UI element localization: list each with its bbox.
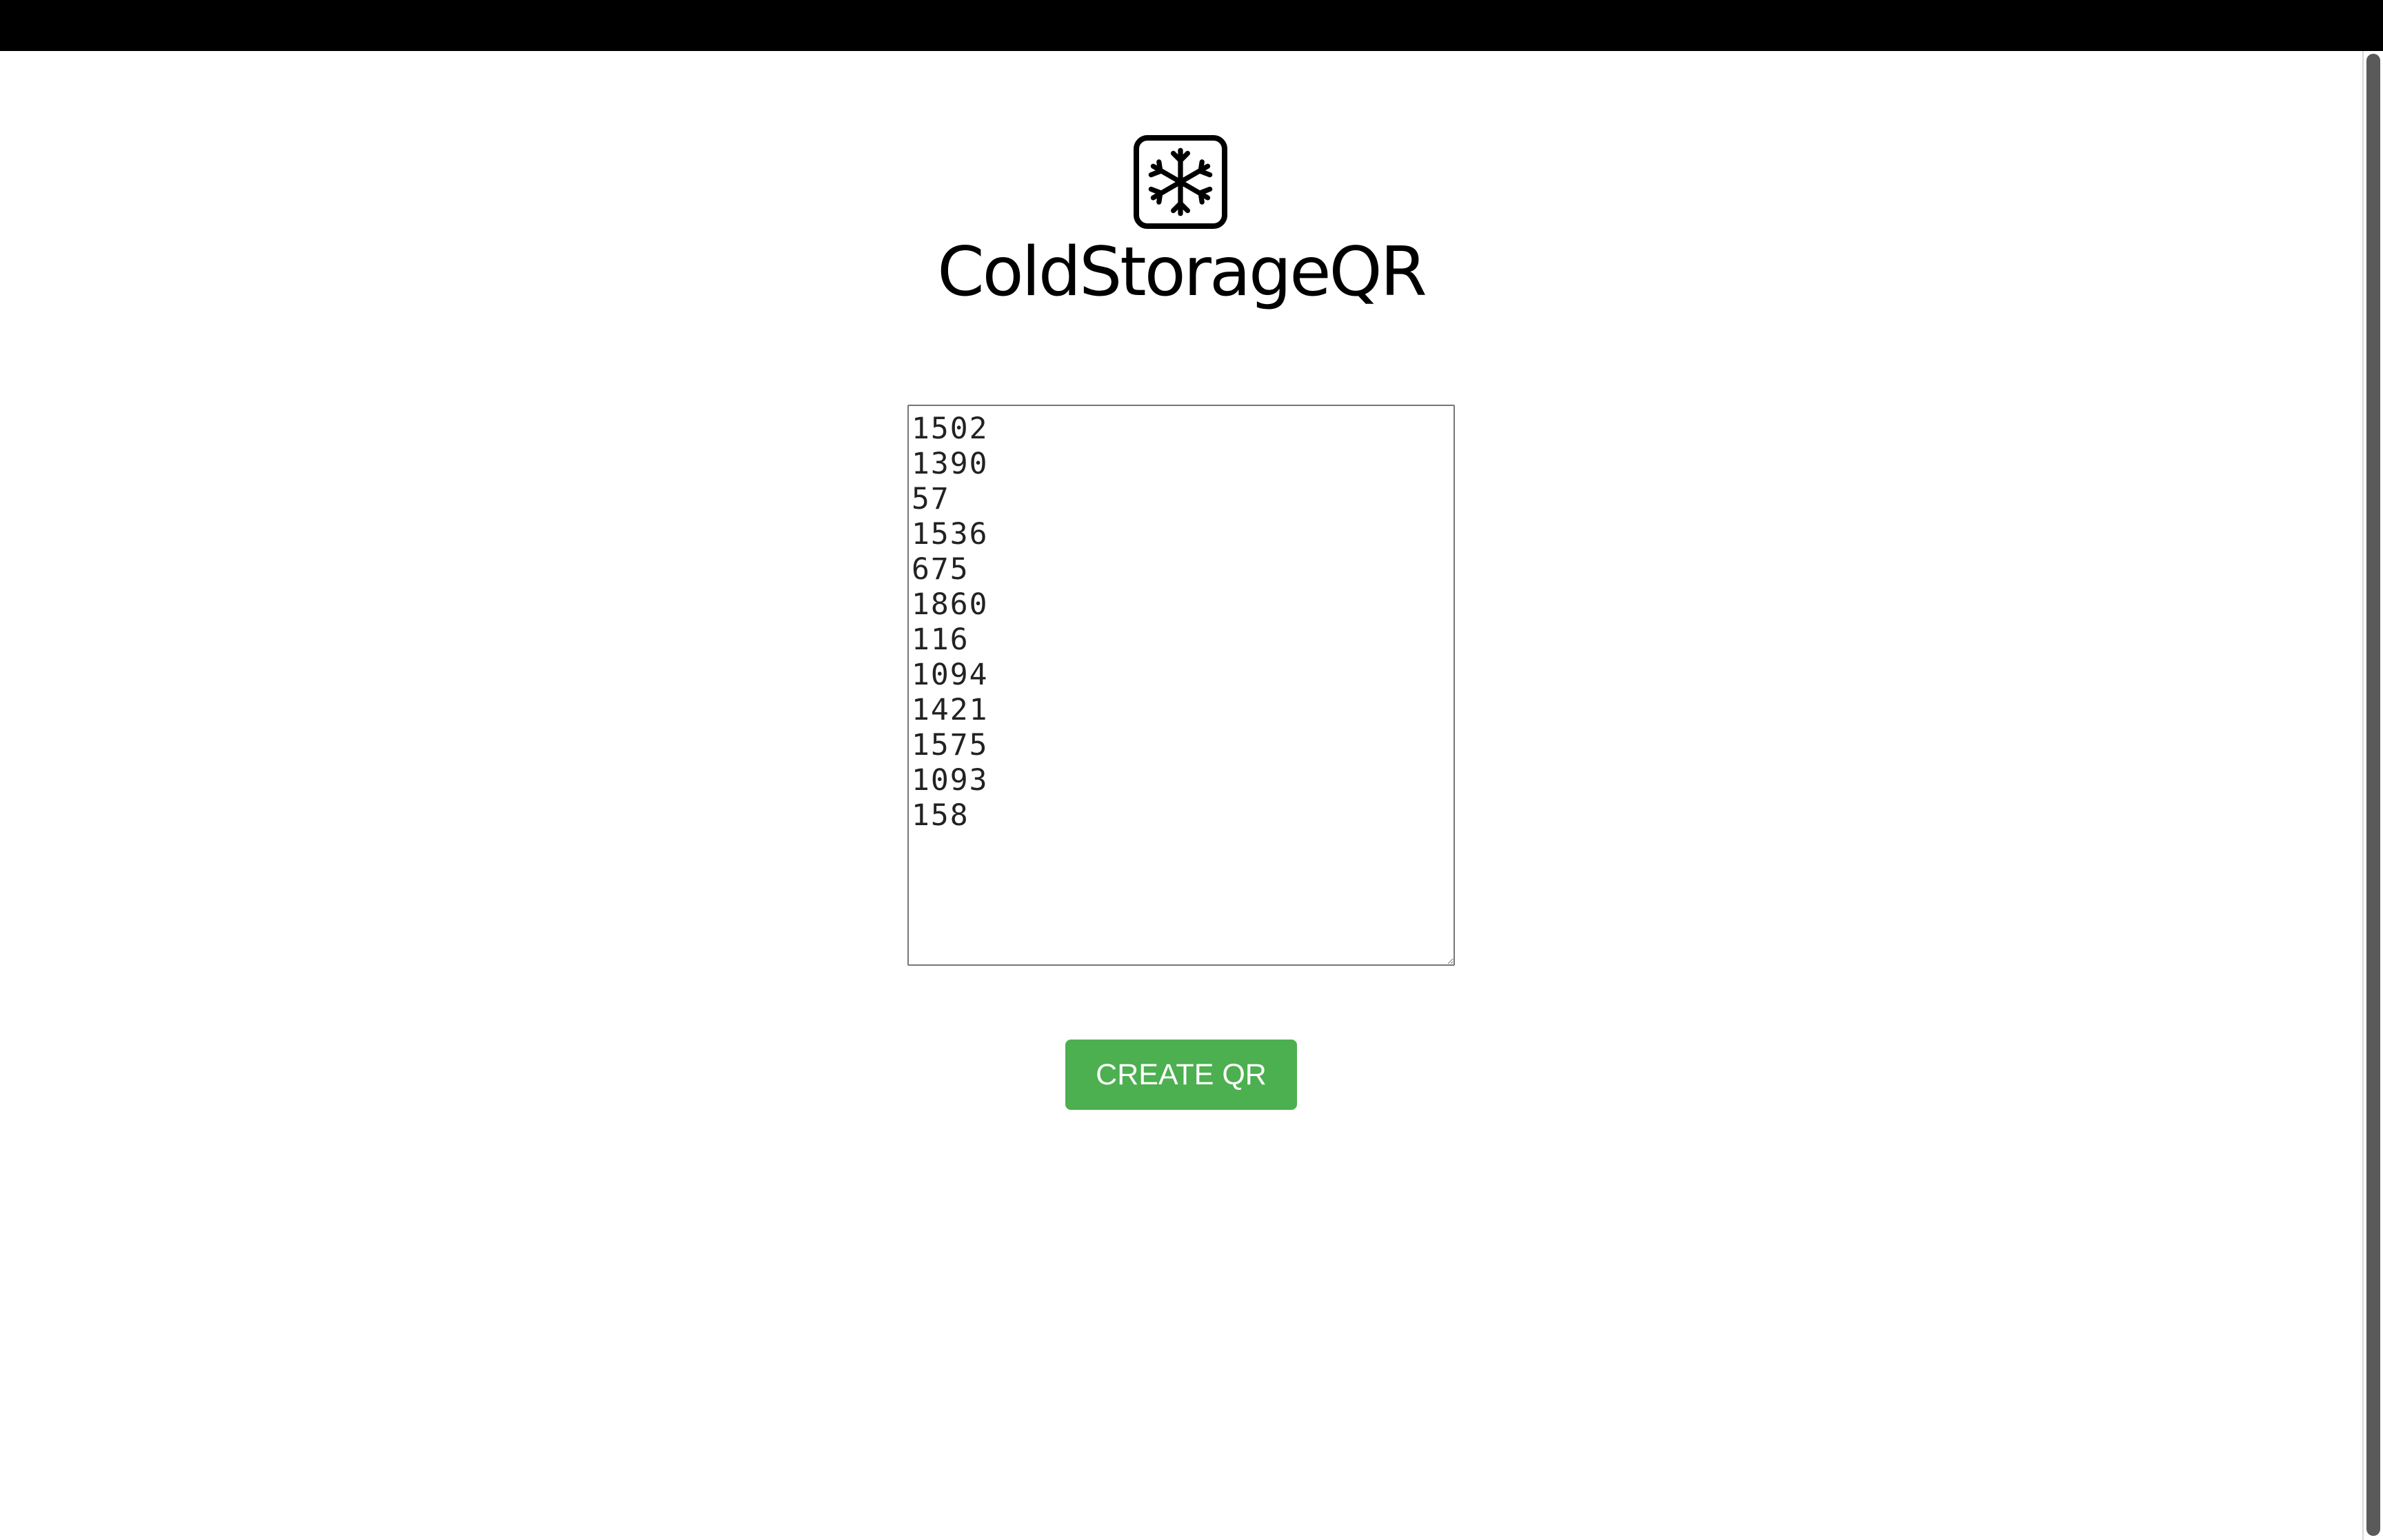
snowflake-icon <box>1148 148 1213 216</box>
app-title: ColdStorageQR <box>937 233 1427 312</box>
browser-top-bar <box>0 0 2383 51</box>
app-logo <box>1134 135 1227 229</box>
create-qr-button[interactable]: CREATE QR <box>1065 1040 1297 1110</box>
page-scrollbar-thumb[interactable] <box>2366 54 2380 1536</box>
ids-textarea[interactable] <box>907 405 1455 966</box>
